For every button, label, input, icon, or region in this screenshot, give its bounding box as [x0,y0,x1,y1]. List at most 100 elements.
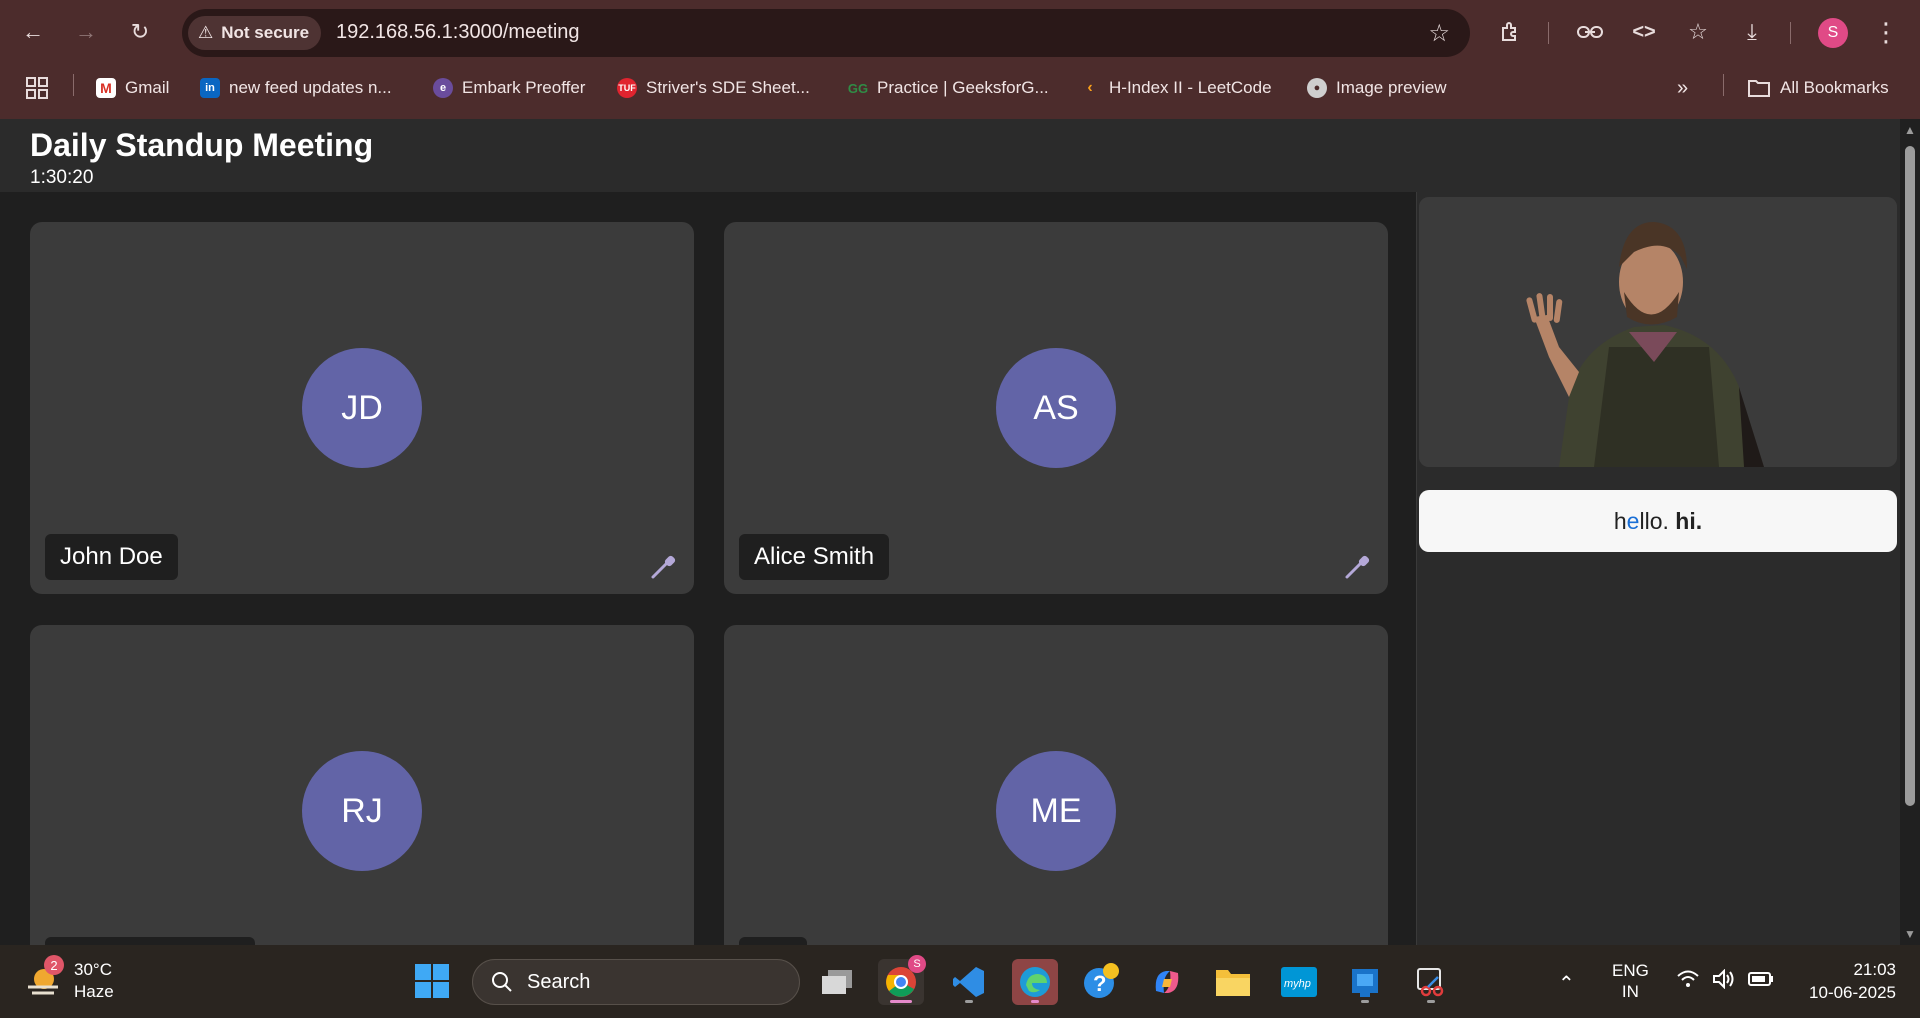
participant-tile[interactable]: JD John Doe [30,222,694,594]
browser-chrome: ← → ↻ ⚠ Not secure 192.168.56.1:3000/mee… [0,0,1920,119]
chrome-profile-badge: S [908,955,926,973]
scroll-down-icon[interactable]: ▼ [1904,927,1916,941]
myhp-app-icon[interactable]: myhp [1276,959,1322,1005]
link-icon[interactable] [1572,14,1608,50]
scroll-up-icon[interactable]: ▲ [1904,123,1916,137]
browser-toolbar: ← → ↻ ⚠ Not secure 192.168.56.1:3000/mee… [0,0,1920,64]
participant-tile[interactable]: AS Alice Smith [724,222,1388,594]
meeting-title: Daily Standup Meeting [30,127,374,163]
bookmark-gmail[interactable]: M Gmail [96,74,169,102]
apps-grid-icon[interactable] [26,74,48,102]
running-indicator [965,1000,973,1003]
side-panel: h e llo. hi. [1416,192,1900,945]
windows-start-icon[interactable] [414,963,450,999]
bookmark-linkedin[interactable]: in new feed updates n... [200,74,392,102]
meeting-timer: 1:30:20 [30,167,94,188]
person-waving-image [1419,197,1897,467]
region-code: IN [1621,982,1639,1001]
volume-icon [1713,969,1734,989]
clock-time: 21:03 [1853,960,1896,979]
globe-icon: ● [1307,78,1327,98]
bookmark-embark[interactable]: e Embark Preoffer [433,74,585,102]
clock-date: 10-06-2025 [1809,983,1896,1002]
bookmark-star-icon[interactable]: ☆ [1428,19,1450,48]
participant-name [45,937,255,945]
download-icon[interactable]: ⤓ [1734,14,1770,50]
security-chip[interactable]: ⚠ Not secure [188,16,322,50]
participant-tile[interactable]: ME [724,625,1388,945]
chrome-app-icon[interactable]: S [878,955,926,1005]
all-bookmarks-label: All Bookmarks [1780,78,1889,97]
reload-icon[interactable]: ↻ [122,14,158,50]
profile-avatar[interactable]: S [1818,18,1848,48]
bookmark-label: Gmail [125,78,170,97]
windows-taskbar: 2 30°C Haze Search S ? myhp ⌃ ENG IN 21:… [0,945,1920,1018]
linkedin-icon: in [200,78,220,98]
language-indicator[interactable]: ENG IN [1612,960,1649,1002]
bookmark-label: Practice | GeeksforG... [877,78,1049,97]
svg-text:myhp: myhp [1284,978,1311,990]
bookmark-label: Striver's SDE Sheet... [646,78,810,97]
bookmark-striver[interactable]: TUF Striver's SDE Sheet... [617,74,810,102]
bookmarks-bar: M Gmail in new feed updates n... e Embar… [0,68,1920,108]
folder-icon [1748,80,1770,97]
task-view-icon[interactable] [814,959,860,1005]
caption-text: llo. [1639,507,1676,534]
vscode-app-icon[interactable] [946,959,992,1005]
menu-kebab-icon[interactable]: ⋮ [1868,14,1904,50]
bookmark-image-preview[interactable]: ● Image preview [1307,74,1447,102]
participant-tile[interactable]: RJ [30,625,694,945]
participant-grid: JD John Doe AS Alice Smith RJ ME [0,192,1416,945]
bookmarks-overflow-icon[interactable]: » [1677,74,1688,102]
back-icon[interactable]: ← [15,14,51,50]
mic-icon[interactable] [648,552,678,582]
active-indicator [890,1000,912,1003]
bookmark-label: new feed updates n... [229,78,392,97]
caption-text: h [1613,507,1627,534]
all-bookmarks-button[interactable]: All Bookmarks [1747,74,1889,102]
extensions-icon[interactable] [1492,14,1528,50]
bookmark-label: H-Index II - LeetCode [1109,78,1272,97]
bookmark-separator [1723,74,1724,96]
edge-app-icon[interactable] [1012,959,1058,1005]
store-app-icon[interactable] [1342,959,1388,1005]
bookmark-separator [73,74,74,96]
page-scrollbar[interactable]: ▲ ▼ [1900,119,1920,945]
bookmark-leetcode[interactable]: ‹ H-Index II - LeetCode [1080,74,1272,102]
battery-icon [1748,972,1773,986]
weather-temp: 30°C [74,960,112,979]
taskbar-clock[interactable]: 21:03 10-06-2025 [1800,958,1896,1004]
bookmark-geeksforgeeks[interactable]: GG Practice | GeeksforG... [848,74,1049,102]
avatar-video[interactable] [1419,197,1897,467]
participant-avatar: RJ [302,751,422,871]
search-label: Search [527,970,591,993]
embark-icon: e [433,78,453,98]
favorites-icon[interactable]: ☆ [1680,14,1716,50]
mic-icon[interactable] [1342,552,1372,582]
copilot-app-icon[interactable] [1144,959,1190,1005]
running-indicator [1031,1000,1039,1003]
code-icon[interactable]: <> [1626,14,1662,50]
geeksforgeeks-icon: GG [847,80,869,96]
help-app-icon[interactable]: ? [1078,959,1124,1005]
taskbar-search[interactable]: Search [472,959,800,1005]
participant-avatar: AS [996,348,1116,468]
scroll-thumb[interactable] [1905,146,1915,806]
caption-bubble: h e llo. hi. [1419,490,1897,552]
address-bar[interactable]: ⚠ Not secure 192.168.56.1:3000/meeting ☆ [182,9,1470,57]
snipping-tool-icon[interactable] [1408,959,1454,1005]
participant-avatar: ME [996,751,1116,871]
gmail-icon: M [96,78,116,98]
meeting-header: Daily Standup Meeting 1:30:20 [0,119,1900,192]
url-text[interactable]: 192.168.56.1:3000/meeting [336,21,580,44]
forward-icon[interactable]: → [68,14,104,50]
file-explorer-icon[interactable] [1210,959,1256,1005]
participant-name: Alice Smith [739,534,890,580]
weather-desc: Haze [74,982,114,1001]
weather-badge: 2 [44,955,64,975]
toolbar-separator [1790,22,1791,44]
wifi-icon [1677,970,1699,987]
tray-overflow-icon[interactable]: ⌃ [1558,971,1575,996]
weather-widget[interactable]: 2 30°C Haze [24,955,114,1003]
system-tray[interactable] [1676,969,1774,989]
